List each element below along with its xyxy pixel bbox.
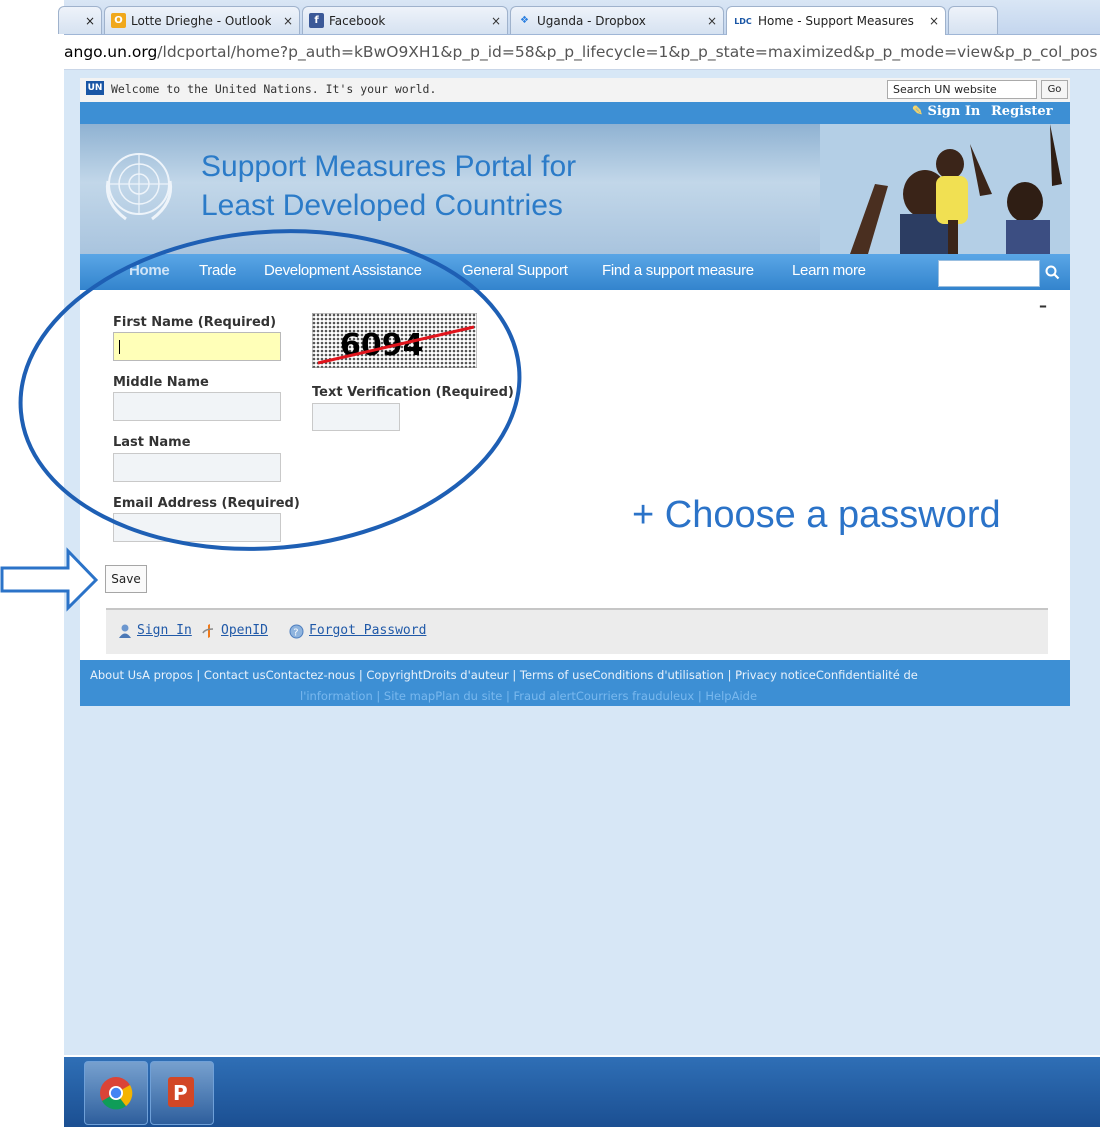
annotation-text: + Choose a password: [632, 494, 1001, 536]
annotation-ellipse: [18, 229, 522, 551]
annotation-overlay: [0, 229, 522, 612]
taskbar-chrome-button[interactable]: [84, 1061, 148, 1125]
chrome-icon: [100, 1077, 133, 1110]
powerpoint-icon: P: [168, 1077, 194, 1107]
windows-taskbar: [64, 1057, 1100, 1127]
svg-text:P: P: [173, 1081, 188, 1105]
taskbar-powerpoint-button[interactable]: P: [150, 1061, 214, 1125]
annotation-arrow-icon: [0, 547, 99, 612]
